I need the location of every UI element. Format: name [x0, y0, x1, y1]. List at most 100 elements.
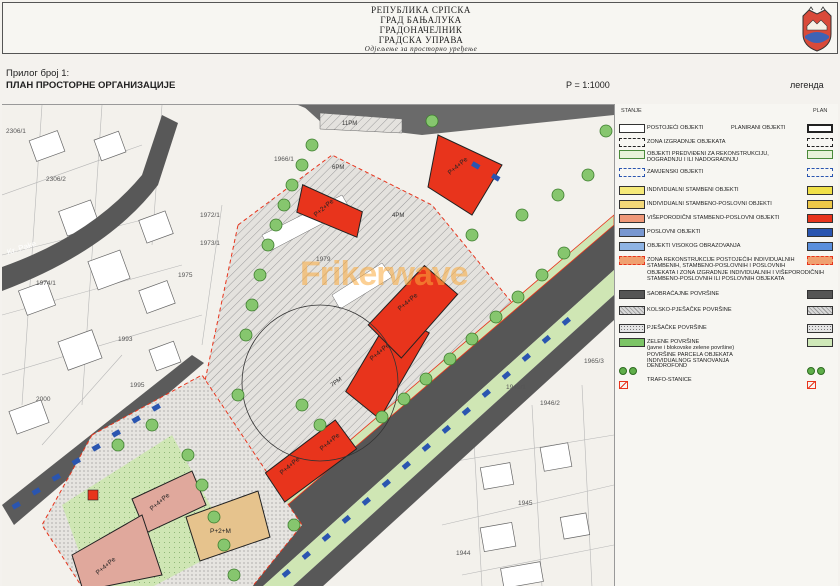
svg-text:2306/2: 2306/2	[46, 176, 66, 183]
legend-item-label: ZELENE POVRŠINE (javne i blokovske zelen…	[647, 339, 735, 365]
city-crest-icon	[802, 6, 832, 52]
svg-text:1972/1: 1972/1	[200, 212, 220, 219]
legend-item: POSLOVNI OBJEKTI	[615, 228, 839, 240]
legend-swatch-existing	[619, 168, 645, 177]
svg-text:1946/2: 1946/2	[540, 400, 560, 407]
legend-swatch-planned	[807, 376, 833, 389]
legend-item: ZONA IZGRADNJE OBJEKATA	[615, 138, 839, 148]
legend-item: DENDROFOND	[615, 362, 839, 375]
legend-swatch-planned	[807, 242, 833, 251]
legend-panel: STANJE PLAN POSTOJEĆI OBJEKTI PLANIRANI O…	[614, 104, 838, 586]
legend-item-label: VIŠEPORODIČNI STAMBENO-POSLOVNI OBJEKTI	[647, 215, 780, 221]
legend-item-label: OBJEKTI PREDVIĐENI ZA REKONSTRUKCIJU, DO…	[647, 151, 769, 164]
svg-text:1974/1: 1974/1	[36, 280, 56, 287]
legend-swatch-existing	[619, 324, 645, 333]
legend-item-label: PJEŠAČKE POVRŠINE	[647, 325, 707, 331]
site-plan-map: Kr. Pake 11PM 6PM 4PM 7PM 2306/1 2306/2 …	[2, 105, 614, 586]
parking-label-3: 4PM	[392, 213, 404, 219]
legend-swatch-existing	[619, 362, 645, 375]
legend-swatch-existing	[619, 376, 645, 389]
legend-item-label: POSLOVNI OBJEKTI	[647, 229, 701, 235]
legend-item: ZAMJENSKI OBJEKTI	[615, 168, 839, 178]
legend-item-label: SAOBRAĆAJNE POVRŠINE	[647, 291, 720, 297]
legend-swatch-existing	[619, 338, 645, 347]
legend-item-label: ZAMJENSKI OBJEKTI	[647, 169, 704, 175]
legend-swatch-existing	[619, 242, 645, 251]
svg-text:1949/1: 1949/1	[506, 384, 526, 391]
legend-item: ZONA REKONSTRUKCIJE POSTOJEĆIH INDIVIDUA…	[615, 256, 839, 286]
legend-swatch-existing	[619, 306, 645, 315]
legend-swatch-existing	[619, 138, 645, 147]
legend-swatch-existing	[619, 256, 645, 265]
legend-swatch-planned	[807, 200, 833, 209]
svg-text:1975: 1975	[178, 272, 193, 279]
map-area[interactable]: Kr. Pake 11PM 6PM 4PM 7PM 2306/1 2306/2 …	[2, 104, 614, 586]
header-city: ГРАД БАЊАЛУКА	[380, 15, 462, 25]
svg-text:2000: 2000	[36, 396, 51, 403]
legend-item: ZELENE POVRŠINE (javne i blokovske zelen…	[615, 338, 839, 364]
legend-item: INDIVIDUALNI STAMBENO-POSLOVNI OBJEKTI	[615, 200, 839, 212]
watermark: Frikerwave	[300, 255, 469, 293]
legend-col-plan: PLAN	[813, 108, 828, 114]
legend-swatch-planned	[807, 290, 833, 299]
legend-swatch-existing	[619, 228, 645, 237]
legend-item-label: INDIVIDUALNI STAMBENI OBJEKTI	[647, 187, 739, 193]
svg-text:1966/1: 1966/1	[274, 156, 294, 163]
svg-text:P+2+M: P+2+M	[210, 528, 231, 535]
plan-title: ПЛАН ПРОСТОРНЕ ОРГАНИЗАЦИЈЕ	[6, 80, 176, 91]
legend-item-label: KOLSKO-PJEŠAČKE POVRŠINE	[647, 307, 732, 313]
legend-caption: легенда	[790, 80, 824, 90]
legend-swatch-existing	[619, 290, 645, 299]
legend-item: INDIVIDUALNI STAMBENI OBJEKTI	[615, 186, 839, 198]
legend-swatch-existing	[619, 124, 645, 133]
legend-swatch-planned	[807, 214, 833, 223]
legend-swatch-planned	[807, 150, 833, 159]
legend-item: POSTOJEĆI OBJEKTI PLANIRANI OBJEKTI	[615, 124, 839, 136]
legend-item-label: OBJEKTI VISOKOG OBRAZOVANJA	[647, 243, 741, 249]
svg-text:1965/3: 1965/3	[584, 358, 604, 365]
parking-label-2: 6PM	[332, 165, 344, 171]
legend-swatch-existing	[619, 200, 645, 209]
legend-item-label: ZONA REKONSTRUKCIJE POSTOJEĆIH INDIVIDUA…	[647, 257, 824, 283]
header-mayor: ГРАДОНАЧЕЛНИК	[379, 25, 463, 35]
legend-swatch-planned	[807, 228, 833, 237]
legend-swatch-planned	[807, 138, 833, 147]
legend-item-label-planned: PLANIRANI OBJEKTI	[731, 125, 786, 131]
svg-text:1995: 1995	[130, 382, 145, 389]
svg-text:1944: 1944	[456, 550, 471, 557]
legend-item: TRAFO-STANICE	[615, 376, 839, 389]
legend-item-label: ZONA IZGRADNJE OBJEKATA	[647, 139, 726, 145]
legend-item: KOLSKO-PJEŠAČKE POVRŠINE	[615, 306, 839, 320]
legend-item-label: TRAFO-STANICE	[647, 377, 692, 383]
legend-item: OBJEKTI VISOKOG OBRAZOVANJA	[615, 242, 839, 254]
parking-label: 11PM	[342, 121, 357, 127]
header-administration: ГРАДСКА УПРАВА	[378, 35, 464, 45]
header-box: РЕПУБЛИКА СРПСКА ГРАД БАЊАЛУКА ГРАДОНАЧЕ…	[2, 2, 838, 54]
legend-swatch-planned	[807, 168, 833, 177]
legend-col-existing: STANJE	[621, 108, 642, 114]
svg-text:1973/1: 1973/1	[200, 240, 220, 247]
legend-swatch-planned	[807, 362, 833, 375]
legend-swatch-existing	[619, 186, 645, 195]
legend-swatch-existing	[619, 150, 645, 159]
legend-item-label: DENDROFOND	[647, 363, 688, 369]
header-republic: РЕПУБЛИКА СРПСКА	[371, 5, 471, 15]
svg-text:1945: 1945	[518, 500, 533, 507]
header-department: Одјељење за просторно уређење	[364, 45, 478, 53]
legend-swatch-planned	[807, 306, 833, 315]
legend-item-label: POSTOJEĆI OBJEKTI	[647, 125, 704, 131]
legend-swatch-planned	[807, 186, 833, 195]
svg-text:1993: 1993	[118, 336, 133, 343]
legend-swatch-planned	[807, 124, 833, 133]
svg-text:2306/1: 2306/1	[6, 128, 26, 135]
map-scale: Р = 1:1000	[566, 80, 610, 90]
legend-item: PJEŠAČKE POVRŠINE	[615, 324, 839, 336]
legend-swatch-planned	[807, 338, 833, 347]
legend-item: SAOBRAĆAJNE POVRŠINE	[615, 290, 839, 304]
legend-item: OBJEKTI PREDVIĐENI ZA REKONSTRUKCIJU, DO…	[615, 150, 839, 166]
legend-swatch-existing	[619, 214, 645, 223]
legend-swatch-planned	[807, 324, 833, 333]
attachment-number: Прилог број 1:	[6, 68, 70, 79]
legend-item-label: INDIVIDUALNI STAMBENO-POSLOVNI OBJEKTI	[647, 201, 772, 207]
legend-swatch-planned	[807, 256, 833, 265]
